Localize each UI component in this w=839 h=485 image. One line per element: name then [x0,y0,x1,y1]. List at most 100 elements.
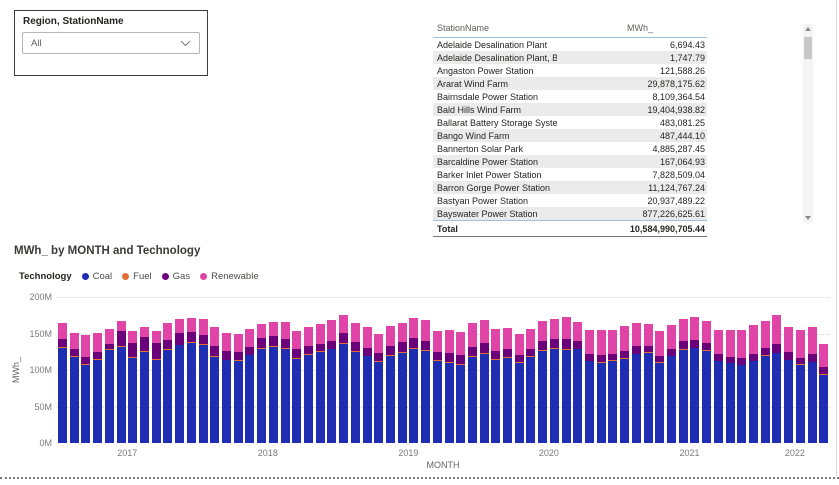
table-row[interactable]: Bald Hills Wind Farm19,404,938.82 [433,103,707,116]
stacked-bar-2017-01[interactable] [58,323,67,443]
stacked-bar-2019-08[interactable] [421,320,430,443]
bar-segment-coal [152,360,161,443]
stacked-bar-2019-01[interactable] [339,315,348,443]
stacked-bar-2017-08[interactable] [140,327,149,443]
stacked-bar-2018-05[interactable] [245,329,254,443]
legend-item-coal[interactable]: Coal [82,271,113,282]
legend-item-renewable[interactable]: Renewable [200,271,259,282]
column-header-stationname[interactable]: StationName [433,23,557,33]
stacked-bar-2020-07[interactable] [550,319,559,443]
bar-segment-coal [655,363,664,443]
stacked-bar-2020-03[interactable] [503,328,512,443]
table-row[interactable]: Ararat Wind Farm29,878,175.62 [433,77,707,90]
stacked-bar-2019-11[interactable] [456,332,465,443]
table-row[interactable]: Angaston Power Station121,588.26 [433,64,707,77]
stacked-bar-2018-09[interactable] [292,331,301,443]
stacked-bar-2017-06[interactable] [117,321,126,443]
table-row[interactable]: Bairnsdale Power Station8,109,364.54 [433,90,707,103]
stacked-bar-2018-08[interactable] [281,322,290,443]
legend-item-fuel[interactable]: Fuel [122,271,151,282]
stacked-bar-2019-10[interactable] [445,330,454,443]
stacked-bar-2018-11[interactable] [316,324,325,443]
stacked-bar-2017-09[interactable] [152,331,161,443]
slicer-dropdown[interactable]: All [22,32,200,54]
stacked-bar-2018-01[interactable] [199,319,208,443]
stacked-bar-2019-02[interactable] [351,323,360,443]
scroll-down-button[interactable] [803,213,813,223]
stacked-bar-2019-07[interactable] [409,318,418,443]
stacked-bar-2018-04[interactable] [234,334,243,443]
stacked-bar-2018-02[interactable] [210,327,219,443]
table-row[interactable]: Bannerton Solar Park4,885,287.45 [433,142,707,155]
table-row[interactable]: Bango Wind Farm487,444.10 [433,129,707,142]
stacked-bar-2019-12[interactable] [468,323,477,443]
bar-segment-renewable [679,319,688,341]
stacked-bar-2020-12[interactable] [608,330,617,443]
stacked-bar-2021-03[interactable] [644,324,653,443]
table-row[interactable]: Barcaldine Power Station167,064.93 [433,155,707,168]
stacked-bar-2021-05[interactable] [667,325,676,443]
stacked-bar-2018-07[interactable] [269,322,278,443]
stacked-bar-2020-05[interactable] [526,329,535,443]
stacked-bar-2017-12[interactable] [187,318,196,443]
stacked-bar-2020-10[interactable] [585,330,594,443]
stacked-bar-2020-09[interactable] [573,322,582,443]
bar-segment-gas [152,343,161,360]
stacked-bar-2020-02[interactable] [491,329,500,443]
bar-segment-renewable [808,327,817,354]
stacked-bar-2021-02[interactable] [632,323,641,443]
stacked-bar-2020-06[interactable] [538,321,547,443]
stacked-bar-2021-01[interactable] [620,326,629,443]
table-row[interactable]: Bayswater Power Station877,226,625.61 [433,207,707,221]
stacked-bar-2017-03[interactable] [81,335,90,443]
stacked-bar-2021-04[interactable] [655,331,664,443]
stacked-bar-2017-10[interactable] [163,323,172,443]
stacked-bar-2022-02[interactable] [772,315,781,443]
stacked-bar-2021-07[interactable] [690,317,699,443]
stacked-bar-2019-06[interactable] [398,323,407,443]
table-row[interactable]: Barker Inlet Power Station7,828,509.04 [433,168,707,181]
table-row[interactable]: Adelaide Desalination Plant, Battery Uni… [433,51,707,64]
table-row[interactable]: Ballarat Battery Storage System483,081.2… [433,116,707,129]
chevron-down-icon[interactable] [180,40,191,47]
stacked-bar-2017-05[interactable] [105,329,114,443]
stacked-bar-2017-02[interactable] [70,333,79,443]
stacked-bar-2020-01[interactable] [480,320,489,443]
stacked-bar-2020-11[interactable] [597,330,606,443]
stacked-bar-2019-03[interactable] [363,327,372,443]
stacked-bar-2021-08[interactable] [702,321,711,443]
stacked-bar-2022-05[interactable] [808,327,817,443]
bar-segment-gas [562,339,571,349]
bar-segment-renewable [70,333,79,349]
table-scrollbar[interactable] [803,24,813,223]
stacked-bar-2021-06[interactable] [679,319,688,443]
scrollbar-thumb[interactable] [804,37,812,59]
column-header-mwh[interactable]: MWh_ [557,23,707,33]
table-row[interactable]: Bastyan Power Station20,937,489.22 [433,194,707,207]
stacked-bar-2018-06[interactable] [257,324,266,443]
stacked-bar-2019-09[interactable] [433,331,442,443]
stacked-bar-2022-06[interactable] [819,344,828,443]
stacked-bar-2021-09[interactable] [714,330,723,443]
stacked-bar-2022-03[interactable] [784,327,793,443]
stacked-bar-2020-08[interactable] [562,317,571,443]
stacked-bar-2020-04[interactable] [515,334,524,443]
legend-item-gas[interactable]: Gas [162,271,190,282]
bar-segment-coal [292,359,301,443]
table-row[interactable]: Adelaide Desalination Plant6,694.43 [433,38,707,51]
stacked-bar-2022-04[interactable] [796,330,805,443]
stacked-bar-2019-04[interactable] [374,334,383,443]
stacked-bar-2021-12[interactable] [749,325,758,443]
stacked-bar-2021-10[interactable] [726,330,735,443]
stacked-bar-2017-04[interactable] [93,333,102,443]
stacked-bar-2018-12[interactable] [327,320,336,443]
table-row[interactable]: Barron Gorge Power Station11,124,767.24 [433,181,707,194]
scroll-up-button[interactable] [803,24,813,34]
stacked-bar-2018-03[interactable] [222,333,231,443]
stacked-bar-2021-11[interactable] [737,330,746,443]
stacked-bar-2018-10[interactable] [304,327,313,443]
stacked-bar-2017-07[interactable] [128,331,137,443]
stacked-bar-2022-01[interactable] [761,321,770,443]
stacked-bar-2017-11[interactable] [175,319,184,443]
stacked-bar-2019-05[interactable] [386,326,395,443]
